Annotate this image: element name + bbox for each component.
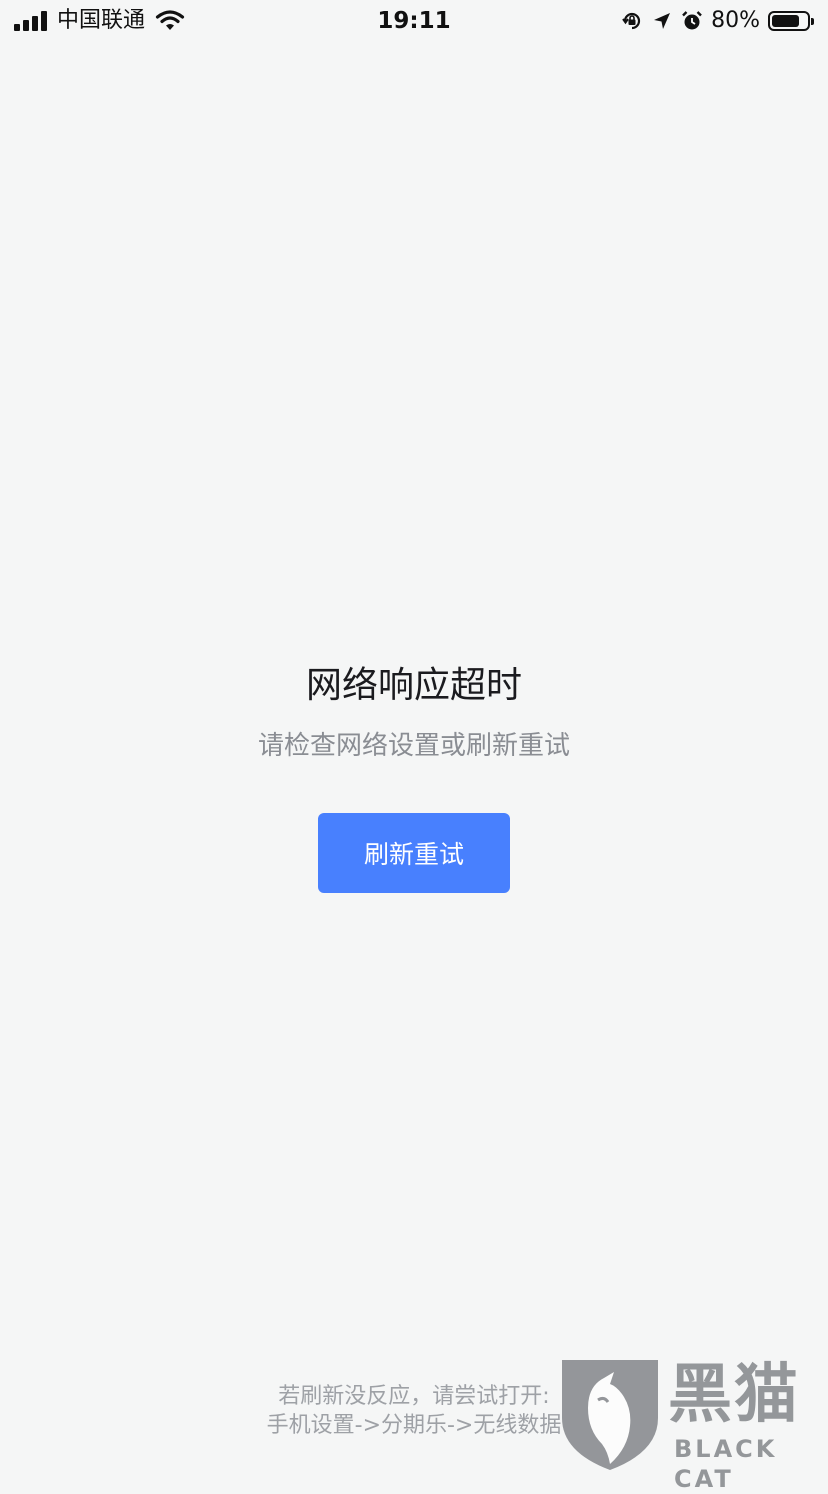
battery-icon [768, 11, 814, 31]
black-cat-watermark: 黑猫 BLACK CAT [556, 1356, 828, 1493]
orientation-lock-icon [622, 12, 641, 30]
battery-cap [811, 18, 814, 25]
status-right: 80% [621, 6, 816, 36]
battery-percent: 80% [711, 8, 760, 33]
error-message: 网络响应超时 请检查网络设置或刷新重试 [0, 660, 828, 766]
refresh-retry-button[interactable]: 刷新重试 [318, 813, 510, 893]
alarm-icon [682, 11, 702, 30]
watermark-text-cn: 黑猫 [668, 1358, 800, 1432]
cat-shield-logo-icon [562, 1360, 658, 1470]
status-bar: 中国联通 19:11 80% [0, 0, 828, 42]
watermark-text-en: BLACK CAT [674, 1435, 778, 1493]
location-arrow-icon [654, 13, 671, 29]
error-subtitle: 请检查网络设置或刷新重试 [257, 731, 570, 761]
error-title: 网络响应超时 [305, 665, 522, 706]
battery-level-fill [772, 15, 799, 27]
